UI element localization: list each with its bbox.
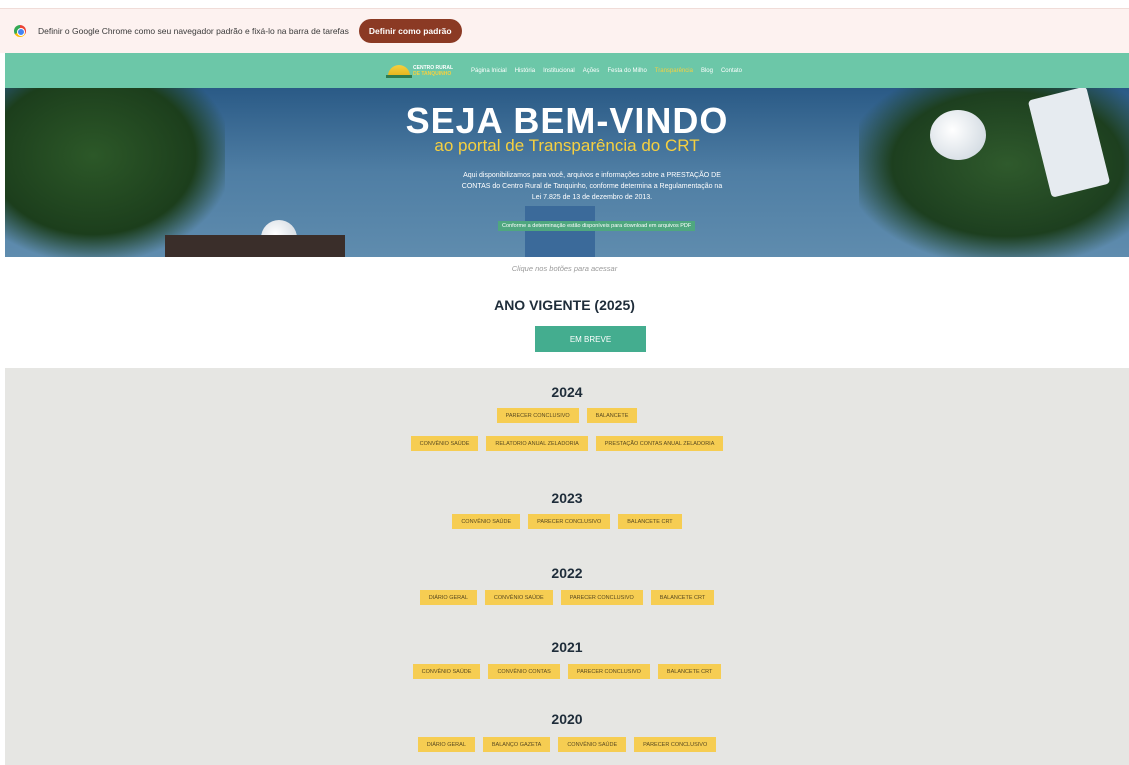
- doc-button[interactable]: BALANCETE CRT: [650, 590, 715, 605]
- main-nav: CENTRO RURAL DE TANQUINHO Página Inicial…: [5, 53, 1129, 88]
- doc-button[interactable]: PRESTAÇÃO CONTAS ANUAL ZELADORIA: [595, 436, 724, 451]
- doc-button[interactable]: PARECER CONCLUSIVO: [528, 514, 611, 529]
- doc-button[interactable]: CONVÊNIO SAÚDE: [410, 436, 479, 451]
- doc-button[interactable]: BALANCETE: [586, 408, 638, 423]
- doc-button[interactable]: CONVÊNIO SAÚDE: [412, 664, 481, 679]
- doc-button[interactable]: PARECER CONCLUSIVO: [560, 590, 643, 605]
- nav-item-contato[interactable]: Contato: [721, 68, 742, 74]
- year-2020-row-1: DIÁRIO GERAL BALANÇO GAZETA CONVÊNIO SAÚ…: [5, 737, 1129, 752]
- sun-logo-icon: [386, 65, 413, 78]
- click-hint: Clique nos botões para acessar: [511, 264, 618, 273]
- chrome-banner-message: Definir o Google Chrome como seu navegad…: [38, 26, 349, 36]
- hero-banner: SEJA BEM-VINDO ao portal de Transparênci…: [5, 88, 1129, 257]
- site-logo[interactable]: CENTRO RURAL DE TANQUINHO: [386, 65, 453, 78]
- em-breve-button[interactable]: EM BREVE: [535, 326, 646, 352]
- doc-button[interactable]: PARECER CONCLUSIVO: [496, 408, 579, 423]
- hero-download-note: Conforme a determinação estão disponívei…: [498, 221, 696, 231]
- year-title-2021: 2021: [551, 639, 583, 655]
- doc-button[interactable]: DIÁRIO GERAL: [417, 737, 475, 752]
- nav-item-blog[interactable]: Blog: [701, 68, 713, 74]
- doc-button[interactable]: PARECER CONCLUSIVO: [634, 737, 717, 752]
- year-title-2024: 2024: [551, 384, 583, 400]
- chrome-default-browser-banner: Definir o Google Chrome como seu navegad…: [0, 8, 1129, 53]
- hero-description: Aqui disponibilizamos para você, arquivo…: [461, 172, 723, 201]
- hero-subtitle: ao portal de Transparência do CRT: [434, 136, 700, 155]
- page: Definir o Google Chrome como seu navegad…: [0, 0, 1129, 765]
- nav-item-institucional[interactable]: Institucional: [543, 68, 575, 74]
- nav-item-transparencia[interactable]: Transparência: [655, 68, 693, 74]
- hero-church: [525, 206, 595, 257]
- doc-button[interactable]: PARECER CONCLUSIVO: [567, 664, 650, 679]
- nav-item-acoes[interactable]: Ações: [583, 68, 600, 74]
- year-2021-row-1: CONVÊNIO SAÚDE CONVÊNIO CONTAS PARECER C…: [5, 664, 1129, 679]
- doc-button[interactable]: CONVÊNIO SAÚDE: [558, 737, 627, 752]
- doc-button[interactable]: BALANÇO GAZETA: [482, 737, 551, 752]
- past-years-section: 2024 PARECER CONCLUSIVO BALANCETE CONVÊN…: [5, 368, 1129, 765]
- year-title-2023: 2023: [551, 490, 583, 506]
- year-2024-row-2: CONVÊNIO SAÚDE RELATORIO ANUAL ZELADORIA…: [5, 436, 1129, 451]
- doc-button[interactable]: BALANCETE CRT: [657, 664, 722, 679]
- year-title-2020: 2020: [551, 711, 583, 727]
- chrome-icon: [14, 25, 26, 37]
- doc-button[interactable]: CONVÊNIO CONTAS: [488, 664, 560, 679]
- nav-item-festa-do-milho[interactable]: Festa do Milho: [607, 68, 646, 74]
- doc-button[interactable]: BALANCETE CRT: [618, 514, 682, 529]
- year-2024-row-1: PARECER CONCLUSIVO BALANCETE: [5, 408, 1129, 423]
- nav-item-pagina-inicial[interactable]: Página Inicial: [471, 68, 507, 74]
- doc-button[interactable]: CONVÊNIO SAÚDE: [452, 514, 521, 529]
- doc-button[interactable]: CONVÊNIO SAÚDE: [484, 590, 553, 605]
- year-title-2022: 2022: [551, 565, 583, 581]
- year-2022-row-1: DIÁRIO GERAL CONVÊNIO SAÚDE PARECER CONC…: [5, 590, 1129, 605]
- nav-item-historia[interactable]: História: [515, 68, 535, 74]
- set-default-button[interactable]: Definir como padrão: [358, 19, 462, 43]
- doc-button[interactable]: DIÁRIO GERAL: [419, 590, 477, 605]
- current-year-title: ANO VIGENTE (2025): [494, 297, 635, 313]
- doc-button[interactable]: RELATORIO ANUAL ZELADORIA: [486, 436, 588, 451]
- year-2023-row-1: CONVÊNIO SAÚDE PARECER CONCLUSIVO BALANC…: [5, 514, 1129, 529]
- logo-text-line2: DE TANQUINHO: [413, 70, 452, 77]
- hero-roof: [165, 235, 345, 257]
